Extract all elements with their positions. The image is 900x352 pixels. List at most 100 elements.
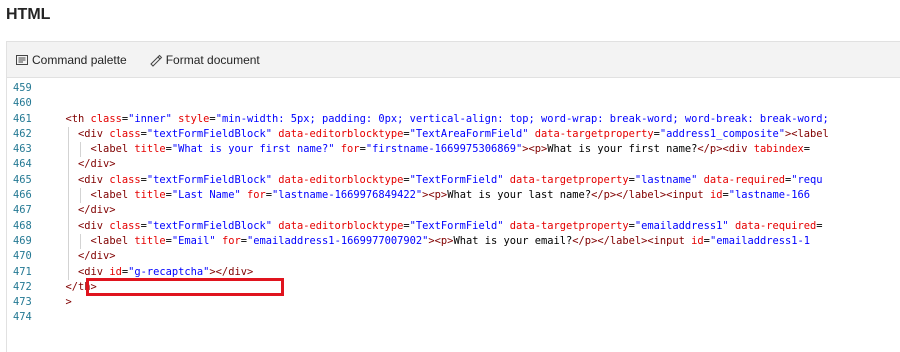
code-token: "TextFormField" [409, 173, 510, 186]
code-editor[interactable]: Command palette Format document 459 460 46… [6, 41, 900, 352]
command-palette-label: Command palette [32, 52, 127, 67]
code-token: = [816, 219, 823, 232]
code-line[interactable]: 461 <th class="inner" style="min-width: … [7, 112, 900, 127]
line-number: 467 [13, 204, 32, 217]
code-line[interactable]: 467 </div> [7, 203, 900, 219]
line-number: 472 [13, 280, 32, 293]
line-number: 466 [13, 189, 32, 202]
code-token: "Last Name" [171, 189, 247, 202]
code-token: "inner" [128, 112, 179, 125]
code-token: data-targetproperty [509, 173, 629, 186]
indent-guide [80, 188, 82, 204]
code-line[interactable]: 466 <label title="Last Name" for="lastna… [7, 188, 900, 204]
line-text: > [53, 295, 900, 310]
code-token: style [178, 112, 210, 125]
code-token: ><label [785, 127, 829, 140]
code-token: "lastname-166 [728, 189, 811, 202]
code-line[interactable]: 470 </div> [7, 249, 900, 265]
code-token: title [134, 234, 166, 247]
code-token: for [340, 143, 360, 156]
code-token: > [65, 296, 72, 309]
line-text: <div class="textFormFieldBlock" data-edi… [53, 173, 900, 188]
code-line[interactable]: 468 <div class = "textFormFieldBlock" data… [7, 218, 900, 234]
indent-guide [67, 142, 69, 158]
code-token: "TextAreaFormField" [409, 127, 535, 140]
code-line[interactable]: 462 <div class="textFormFieldBlock" data… [7, 126, 900, 143]
line-number: 471 [13, 265, 32, 278]
line-number: 473 [13, 296, 32, 309]
code-token: "address1_composite" [659, 127, 785, 140]
line-text: <div class="textFormFieldBlock" data-edi… [53, 127, 900, 142]
code-token: class [109, 173, 141, 186]
line-number: 459 [13, 82, 32, 94]
code-token: </div> [78, 158, 116, 171]
highlight-box [86, 278, 284, 296]
code-token: class [109, 219, 141, 232]
code-token: <div [78, 219, 110, 232]
indent-guide [67, 203, 69, 219]
code-token: "textFormFieldBlock" [146, 173, 279, 186]
code-line[interactable]: 459 [7, 81, 900, 96]
code-token: "What is your first name?" [171, 143, 341, 156]
code-line[interactable]: 464 </div> [7, 157, 900, 173]
code-token: What is your email? [453, 234, 573, 247]
indent-guide [80, 233, 82, 250]
format-document-button[interactable]: Format document [149, 53, 260, 67]
code-token: </p><div [697, 143, 754, 156]
code-line[interactable]: 465 <div class="textFormFieldBlock" data… [7, 172, 900, 189]
code-token: id [109, 265, 122, 278]
indent-guide [67, 233, 69, 250]
code-token: What is your last name? [447, 189, 592, 202]
code-line[interactable]: 473 > [7, 295, 900, 310]
code-line[interactable]: 474 [7, 310, 900, 325]
code-token: title [134, 189, 166, 202]
line-text: </div> [53, 249, 900, 264]
code-line[interactable]: 460 [7, 96, 900, 111]
command-palette-icon [15, 53, 29, 67]
code-line[interactable]: 463 <label title = "What is your first nam… [7, 142, 900, 158]
line-text: <label title="What is your first name?" … [53, 142, 900, 157]
indent-guide [67, 126, 69, 143]
line-text: </div> [53, 157, 900, 172]
code-token: = [803, 143, 811, 156]
indent-guide [67, 264, 69, 280]
code-token: ><p> [422, 189, 448, 202]
code-token: </p></label><input [591, 189, 710, 202]
code-token: id [709, 189, 723, 202]
format-document-icon [149, 53, 163, 67]
code-token: "emailaddress1" [634, 219, 735, 232]
line-text [53, 96, 900, 111]
line-text: <label title="Last Name" for="lastname-1… [53, 188, 900, 203]
format-document-label: Format document [165, 52, 260, 67]
line-text: <div class="textFormFieldBlock" data-edi… [53, 219, 900, 234]
code-line[interactable]: 469 <label title="Email" for="emailaddre… [7, 233, 900, 250]
line-number: 460 [13, 97, 32, 110]
code-token: What is your first name? [547, 143, 698, 156]
line-text [53, 81, 900, 96]
code-token: "firstname-1669975306869" [365, 143, 523, 156]
code-token: "emailaddress1-1669977007902" [246, 234, 429, 247]
editor-toolbar: Command palette Format document [7, 42, 900, 78]
code-token: <div [78, 127, 110, 140]
code-token: data-targetproperty [509, 219, 629, 232]
line-number: 462 [13, 127, 32, 140]
code-token: </div> [78, 204, 116, 217]
code-token: "textFormFieldBlock" [146, 127, 279, 140]
code-token: data-editorblocktype [278, 219, 404, 232]
indent-guide [67, 172, 69, 189]
code-token: data-editorblocktype [278, 127, 404, 140]
code-token: class [109, 127, 141, 140]
code-token: "lastname-1669976849422" [272, 189, 423, 202]
code-token: data-required [703, 173, 785, 186]
code-token: data-targetproperty [534, 127, 654, 140]
section-title: HTML [6, 6, 51, 23]
line-number: 463 [13, 143, 32, 156]
line-number: 464 [13, 158, 32, 171]
command-palette-button[interactable]: Command palette [15, 53, 127, 67]
line-number: 470 [13, 250, 32, 263]
code-token: </p></label><input [572, 234, 692, 247]
code-token: "requ [791, 173, 823, 186]
line-number: 474 [13, 311, 32, 324]
code-token: "emailaddress1-1 [709, 234, 811, 247]
code-token: id [691, 234, 704, 247]
